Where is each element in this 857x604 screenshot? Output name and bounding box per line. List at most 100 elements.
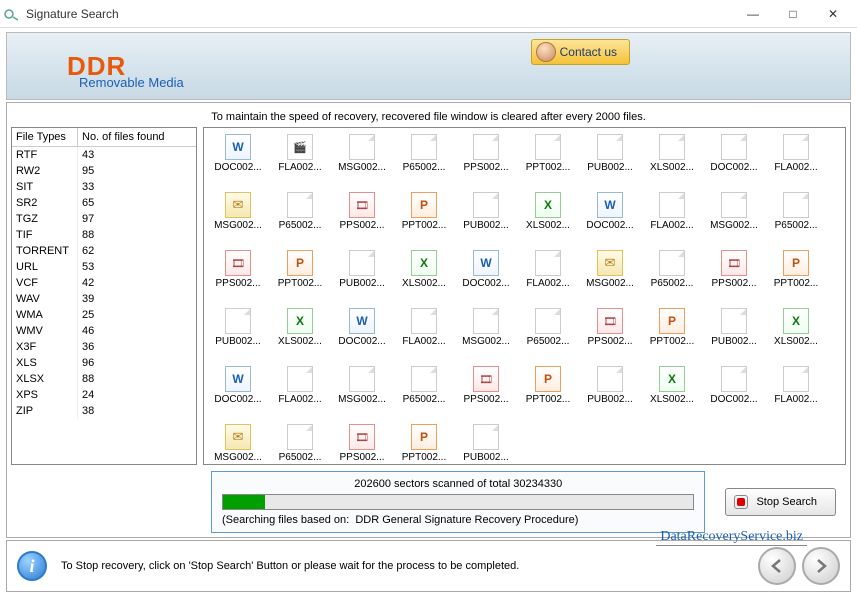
file-types-table[interactable]: File Types No. of files found RTF43RW295… <box>11 127 197 465</box>
file-item[interactable]: PPS002... <box>580 306 640 362</box>
table-row[interactable]: ZIP38 <box>12 403 196 419</box>
file-item[interactable]: FLA002... <box>518 248 578 304</box>
file-item[interactable]: PPS002... <box>208 248 268 304</box>
file-item[interactable]: PPT002... <box>518 364 578 420</box>
table-row[interactable]: WMA25 <box>12 307 196 323</box>
file-name: XLS002... <box>650 394 694 405</box>
file-item[interactable]: P65002... <box>642 248 702 304</box>
table-row[interactable]: XLSX88 <box>12 371 196 387</box>
file-item[interactable]: MSG002... <box>332 132 392 188</box>
file-item[interactable]: DOC002... <box>580 190 640 246</box>
table-body[interactable]: RTF43RW295SIT33SR265TGZ97TIF88TORRENT62U… <box>12 147 196 464</box>
file-item[interactable]: P65002... <box>394 364 454 420</box>
table-row[interactable]: RW295 <box>12 163 196 179</box>
file-item[interactable]: MSG002... <box>208 422 268 465</box>
file-name: DOC002... <box>586 220 633 231</box>
file-item[interactable]: PUB002... <box>456 422 516 465</box>
file-item[interactable]: FLA002... <box>766 364 826 420</box>
file-item[interactable]: PUB002... <box>208 306 268 362</box>
table-row[interactable]: TIF88 <box>12 227 196 243</box>
file-item[interactable]: DOC002... <box>456 248 516 304</box>
file-item[interactable]: P65002... <box>766 190 826 246</box>
file-item[interactable]: DOC002... <box>704 132 764 188</box>
file-item[interactable]: PPT002... <box>394 190 454 246</box>
file-name: P65002... <box>403 394 446 405</box>
file-item[interactable]: P65002... <box>270 422 330 465</box>
file-item[interactable]: PUB002... <box>456 190 516 246</box>
file-name: XLS002... <box>650 162 694 173</box>
file-item[interactable]: XLS002... <box>270 306 330 362</box>
file-item[interactable]: PUB002... <box>332 248 392 304</box>
file-item[interactable]: PPS002... <box>704 248 764 304</box>
file-item[interactable]: PPT002... <box>766 248 826 304</box>
file-icon <box>349 366 375 392</box>
file-item[interactable]: FLA002... <box>766 132 826 188</box>
file-item[interactable]: P65002... <box>394 132 454 188</box>
file-item[interactable]: XLS002... <box>642 364 702 420</box>
file-item[interactable]: PPS002... <box>332 190 392 246</box>
file-name: PPS002... <box>587 336 632 347</box>
file-item[interactable]: PPT002... <box>270 248 330 304</box>
file-icon <box>597 250 623 276</box>
file-icon <box>225 134 251 160</box>
file-icon <box>659 134 685 160</box>
recovered-files-area[interactable]: DOC002...FLA002...MSG002...P65002...PPS0… <box>203 127 846 465</box>
file-item[interactable]: PPT002... <box>642 306 702 362</box>
file-item[interactable]: PPS002... <box>456 364 516 420</box>
file-name: PPS002... <box>463 394 508 405</box>
file-item[interactable]: MSG002... <box>208 190 268 246</box>
file-item[interactable]: PUB002... <box>704 306 764 362</box>
file-item[interactable]: MSG002... <box>704 190 764 246</box>
file-item[interactable]: PPS002... <box>332 422 392 465</box>
file-name: MSG002... <box>338 162 386 173</box>
file-item[interactable]: XLS002... <box>642 132 702 188</box>
file-name: MSG002... <box>462 336 510 347</box>
nav-back-button[interactable] <box>758 547 796 585</box>
file-item[interactable]: XLS002... <box>766 306 826 362</box>
file-item[interactable]: DOC002... <box>704 364 764 420</box>
table-row[interactable]: SR265 <box>12 195 196 211</box>
file-name: PUB002... <box>339 278 385 289</box>
table-row[interactable]: WMV46 <box>12 323 196 339</box>
file-item[interactable]: PPT002... <box>394 422 454 465</box>
file-item[interactable]: MSG002... <box>456 306 516 362</box>
minimize-button[interactable]: — <box>733 2 773 26</box>
file-item[interactable]: XLS002... <box>518 190 578 246</box>
table-row[interactable]: TORRENT62 <box>12 243 196 259</box>
table-row[interactable]: X3F36 <box>12 339 196 355</box>
nav-forward-button[interactable] <box>802 547 840 585</box>
file-name: FLA002... <box>774 162 817 173</box>
table-row[interactable]: VCF42 <box>12 275 196 291</box>
file-item[interactable]: XLS002... <box>394 248 454 304</box>
file-item[interactable]: FLA002... <box>270 132 330 188</box>
table-row[interactable]: RTF43 <box>12 147 196 163</box>
file-item[interactable]: PUB002... <box>580 132 640 188</box>
table-row[interactable]: SIT33 <box>12 179 196 195</box>
table-row[interactable]: XLS96 <box>12 355 196 371</box>
file-name: MSG002... <box>214 220 262 231</box>
file-item[interactable]: PUB002... <box>580 364 640 420</box>
stop-search-button[interactable]: Stop Search <box>725 488 836 516</box>
file-item[interactable]: P65002... <box>518 306 578 362</box>
table-row[interactable]: TGZ97 <box>12 211 196 227</box>
file-item[interactable]: P65002... <box>270 190 330 246</box>
file-name: XLS002... <box>526 220 570 231</box>
file-item[interactable]: FLA002... <box>642 190 702 246</box>
maximize-button[interactable]: □ <box>773 2 813 26</box>
file-item[interactable]: DOC002... <box>208 364 268 420</box>
file-item[interactable]: MSG002... <box>332 364 392 420</box>
file-item[interactable]: MSG002... <box>580 248 640 304</box>
file-item[interactable]: PPT002... <box>518 132 578 188</box>
file-item[interactable]: PPS002... <box>456 132 516 188</box>
table-row[interactable]: XPS24 <box>12 387 196 403</box>
file-item[interactable]: DOC002... <box>332 306 392 362</box>
table-row[interactable]: URL53 <box>12 259 196 275</box>
file-item[interactable]: FLA002... <box>394 306 454 362</box>
file-item[interactable]: FLA002... <box>270 364 330 420</box>
titlebar: Signature Search — □ ✕ <box>0 0 857 28</box>
file-item[interactable]: DOC002... <box>208 132 268 188</box>
file-icon <box>721 308 747 334</box>
close-button[interactable]: ✕ <box>813 2 853 26</box>
contact-button[interactable]: Contact us <box>531 39 630 65</box>
table-row[interactable]: WAV39 <box>12 291 196 307</box>
